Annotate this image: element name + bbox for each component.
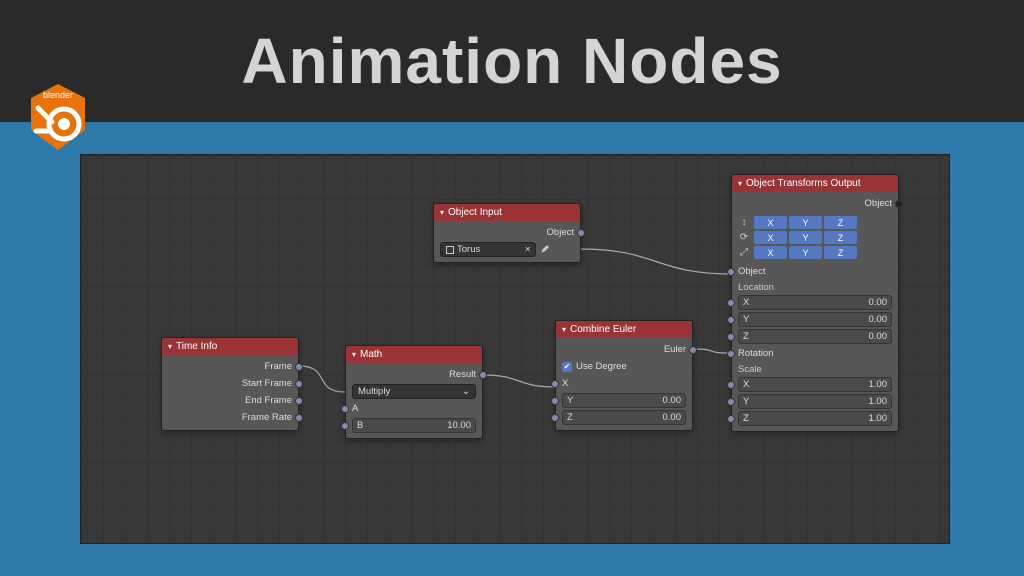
socket-in-z: Z0.00	[556, 409, 692, 426]
socket-dot[interactable]	[727, 333, 735, 341]
node-title[interactable]: ▾ Time Info	[162, 338, 298, 355]
socket-dot[interactable]	[341, 405, 349, 413]
node-title-label: Object Transforms Output	[746, 178, 861, 189]
toggle-rot-z[interactable]: Z	[824, 231, 857, 244]
header: Animation Nodes blender	[0, 0, 1024, 122]
node-title-label: Object Input	[448, 207, 502, 218]
section-scale: Scale	[732, 362, 898, 376]
scl-z-field[interactable]: Z1.00	[738, 411, 892, 426]
socket-dot[interactable]	[689, 346, 697, 354]
socket-out-result: Result	[346, 366, 482, 383]
socket-in-rotation: Rotation	[732, 345, 898, 362]
socket-out-frame: Frame	[162, 358, 298, 375]
socket-in-y: Y0.00	[556, 392, 692, 409]
socket-in-x: X	[556, 375, 692, 392]
socket-out-start-frame: Start Frame	[162, 375, 298, 392]
use-degree-checkbox[interactable]: ✔Use Degree	[556, 358, 692, 375]
socket-dot[interactable]	[727, 381, 735, 389]
node-math[interactable]: ▾ Math Result Multiply⌄ A B10.00	[345, 345, 483, 439]
collapse-icon[interactable]: ▾	[168, 342, 172, 351]
toggle-rot-y[interactable]: Y	[789, 231, 822, 244]
svg-text:blender: blender	[43, 90, 73, 100]
collapse-icon[interactable]: ▾	[440, 208, 444, 217]
rotate-icon: ⟳	[738, 231, 750, 244]
value-y-field[interactable]: Y0.00	[562, 393, 686, 408]
blender-logo: blender	[28, 82, 88, 152]
socket-dot[interactable]	[295, 414, 303, 422]
socket-out-euler: Euler	[556, 341, 692, 358]
socket-dot[interactable]	[295, 380, 303, 388]
socket-out-object: Object	[732, 195, 898, 212]
scale-icon: ⤢	[738, 246, 750, 259]
toggle-scl-x[interactable]: X	[754, 246, 787, 259]
node-time-info[interactable]: ▾ Time Info Frame Start Frame End Frame …	[161, 337, 299, 431]
socket-dot[interactable]	[479, 371, 487, 379]
collapse-icon[interactable]: ▾	[352, 350, 356, 359]
collapse-icon[interactable]: ▾	[562, 325, 566, 334]
socket-out-frame-rate: Frame Rate	[162, 409, 298, 426]
collapse-icon[interactable]: ▾	[738, 179, 742, 188]
move-icon: ↕	[738, 216, 750, 229]
node-title[interactable]: ▾ Math	[346, 346, 482, 363]
socket-dot[interactable]	[727, 415, 735, 423]
node-title[interactable]: ▾ Combine Euler	[556, 321, 692, 338]
node-object-transforms-output[interactable]: ▾ Object Transforms Output Object ↕XYZ ⟳…	[731, 174, 899, 432]
socket-dot[interactable]	[341, 422, 349, 430]
node-object-input[interactable]: ▾ Object Input Object Torus ×	[433, 203, 581, 263]
xyz-toggle-grid: ↕XYZ ⟳XYZ ⤢XYZ	[732, 212, 898, 263]
loc-y-field[interactable]: Y0.00	[738, 312, 892, 327]
socket-dot[interactable]	[727, 299, 735, 307]
socket-out-object: Object	[434, 224, 580, 241]
socket-dot[interactable]	[577, 229, 585, 237]
checkbox-icon: ✔	[562, 362, 572, 372]
node-title-label: Combine Euler	[570, 324, 636, 335]
socket-dot[interactable]	[551, 414, 559, 422]
loc-z-field[interactable]: Z0.00	[738, 329, 892, 344]
toggle-rot-x[interactable]: X	[754, 231, 787, 244]
socket-dot[interactable]	[295, 363, 303, 371]
node-title-label: Math	[360, 349, 382, 360]
toggle-scl-y[interactable]: Y	[789, 246, 822, 259]
socket-dot[interactable]	[895, 200, 903, 208]
socket-dot[interactable]	[295, 397, 303, 405]
socket-dot[interactable]	[551, 397, 559, 405]
socket-in-object: Object	[732, 263, 898, 280]
chevron-down-icon: ⌄	[462, 386, 470, 397]
scl-y-field[interactable]: Y1.00	[738, 394, 892, 409]
toggle-loc-x[interactable]: X	[754, 216, 787, 229]
node-title-label: Time Info	[176, 341, 217, 352]
mesh-icon	[446, 246, 454, 254]
operation-select[interactable]: Multiply⌄	[352, 384, 476, 399]
socket-dot[interactable]	[727, 316, 735, 324]
page-title: Animation Nodes	[241, 24, 782, 98]
socket-dot[interactable]	[551, 380, 559, 388]
value-b-field[interactable]: B10.00	[352, 418, 476, 433]
socket-in-b: B10.00	[346, 417, 482, 434]
section-location: Location	[732, 280, 898, 294]
toggle-loc-y[interactable]: Y	[789, 216, 822, 229]
loc-x-field[interactable]: X0.00	[738, 295, 892, 310]
scl-x-field[interactable]: X1.00	[738, 377, 892, 392]
eyedropper-icon[interactable]	[540, 243, 551, 257]
socket-dot[interactable]	[727, 350, 735, 358]
node-title[interactable]: ▾ Object Transforms Output	[732, 175, 898, 192]
socket-dot[interactable]	[727, 398, 735, 406]
clear-icon[interactable]: ×	[525, 244, 531, 255]
object-picker-field[interactable]: Torus ×	[440, 242, 536, 257]
socket-in-a: A	[346, 400, 482, 417]
socket-dot[interactable]	[727, 268, 735, 276]
toggle-loc-z[interactable]: Z	[824, 216, 857, 229]
toggle-scl-z[interactable]: Z	[824, 246, 857, 259]
node-combine-euler[interactable]: ▾ Combine Euler Euler ✔Use Degree X Y0.0…	[555, 320, 693, 431]
node-title[interactable]: ▾ Object Input	[434, 204, 580, 221]
node-editor-canvas[interactable]: ▾ Time Info Frame Start Frame End Frame …	[80, 154, 950, 544]
value-z-field[interactable]: Z0.00	[562, 410, 686, 425]
socket-out-end-frame: End Frame	[162, 392, 298, 409]
